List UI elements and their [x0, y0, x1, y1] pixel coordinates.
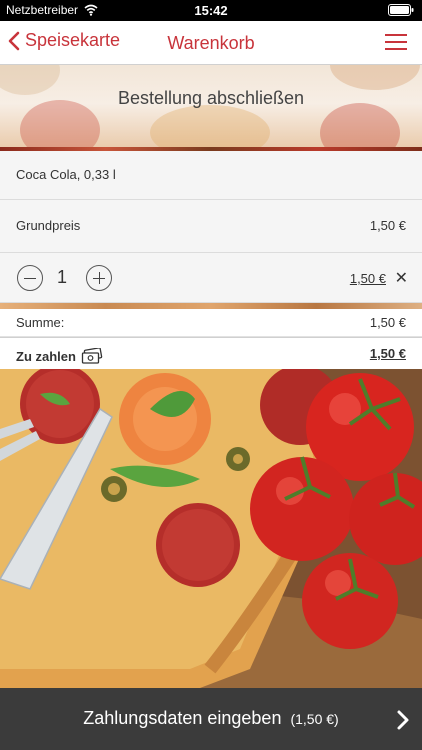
- hamburger-menu-icon[interactable]: [385, 34, 407, 52]
- battery-icon: [388, 4, 414, 19]
- chevron-left-icon: [8, 31, 20, 50]
- header-banner: Bestellung abschließen: [0, 65, 422, 151]
- sum-label: Summe:: [16, 315, 65, 330]
- remove-item-icon[interactable]: ✕: [395, 268, 408, 287]
- status-bar: Netzbetreiber 15:42: [0, 0, 422, 21]
- pizza-illustration: [0, 369, 422, 688]
- to-pay-row: Zu zahlen 1,50 €: [0, 337, 422, 369]
- enter-payment-button[interactable]: Zahlungsdaten eingeben (1,50 €): [0, 688, 422, 750]
- base-price-value: 1,50 €: [369, 218, 406, 233]
- status-time: 15:42: [194, 3, 228, 18]
- decrease-quantity-button[interactable]: [17, 265, 43, 291]
- to-pay-label-group: Zu zahlen: [16, 348, 103, 364]
- cash-icon: [81, 348, 103, 364]
- enter-payment-amount: (1,50 €): [290, 711, 339, 727]
- quantity-value: 1: [57, 267, 68, 287]
- sum-value: 1,50 €: [369, 315, 406, 330]
- sum-row: Summe: 1,50 €: [0, 309, 422, 337]
- base-price-row: Grundpreis 1,50 €: [0, 200, 422, 253]
- back-button[interactable]: Speisekarte: [8, 30, 120, 51]
- back-label: Speisekarte: [25, 30, 121, 50]
- quantity-row: 1 1,50 € ✕: [0, 253, 422, 303]
- item-name: Coca Cola, 0,33 l: [16, 167, 116, 182]
- increase-quantity-button[interactable]: [86, 265, 112, 291]
- bottom-label-group: Zahlungsdaten eingeben (1,50 €): [0, 708, 422, 729]
- to-pay-label: Zu zahlen: [16, 348, 76, 364]
- pizza-photo: [0, 369, 422, 688]
- banner-title: Bestellung abschließen: [117, 88, 305, 108]
- line-total: 1,50 €: [349, 271, 386, 286]
- enter-payment-label: Zahlungsdaten eingeben: [83, 708, 282, 728]
- cart-item-row: Coca Cola, 0,33 l: [0, 151, 422, 200]
- to-pay-value: 1,50 €: [369, 346, 406, 361]
- nav-bar: Speisekarte Warenkorb: [0, 21, 422, 65]
- base-price-label: Grundpreis: [16, 218, 81, 233]
- chevron-right-icon: [397, 710, 409, 730]
